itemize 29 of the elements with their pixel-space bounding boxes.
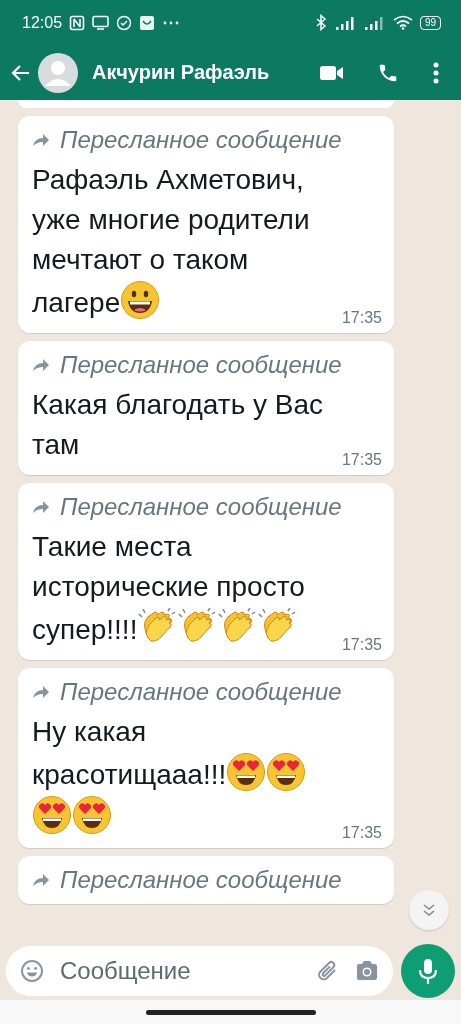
message-time: 17:35 — [341, 824, 382, 842]
message-bubble[interactable]: Пересланное сообщение Какая благодать у Вас там 17:35 — [18, 341, 394, 475]
contact-name[interactable]: Акчурин Рафаэль — [92, 61, 270, 84]
message-bubble[interactable]: Пересланное сообщение Такие места исторические просто супер!!!! 17:35 — [18, 483, 394, 660]
message-text: красотищааа!!! — [32, 759, 227, 790]
forwarded-label: Пересланное сообщение — [60, 866, 342, 894]
message-bubble[interactable]: Пересланное сообщение Ну какая красотищааа!!! 17:35 — [18, 668, 394, 848]
message-text: исторические просто — [32, 571, 305, 602]
message-text: лагере — [32, 287, 121, 318]
forwarded-label: Пересланное сообщение — [60, 126, 342, 154]
message-text: мечтают о таком — [32, 244, 249, 275]
message-input-field[interactable]: Сообщение — [6, 946, 393, 996]
battery-indicator: 99 — [419, 15, 441, 30]
message-text: Ну какая — [32, 716, 147, 747]
message-text: там — [32, 429, 80, 460]
forwarded-label: Пересланное сообщение — [60, 493, 342, 521]
message-text: уже многие родители — [32, 204, 310, 235]
message-time: 17:35 — [341, 636, 382, 654]
status-time: 12:05 — [22, 13, 63, 32]
message-text: супер!!!! — [32, 614, 138, 645]
message-bubble[interactable]: Пересланное сообщение — [18, 856, 394, 904]
message-text: Такие места — [32, 531, 192, 562]
forwarded-label: Пересланное сообщение — [60, 678, 342, 706]
message-text: Какая благодать у Вас — [32, 389, 324, 420]
message-time: 17:35 — [341, 451, 382, 469]
message-bubble[interactable]: Пересланное сообщение Рафаэль Ахметович, уже многие родители мечтают о таком лагере 17:35 — [18, 116, 394, 333]
message-time: 17:35 — [341, 309, 382, 327]
forwarded-label: Пересланное сообщение — [60, 351, 342, 379]
message-text: Рафаэль Ахметович, — [32, 164, 304, 195]
